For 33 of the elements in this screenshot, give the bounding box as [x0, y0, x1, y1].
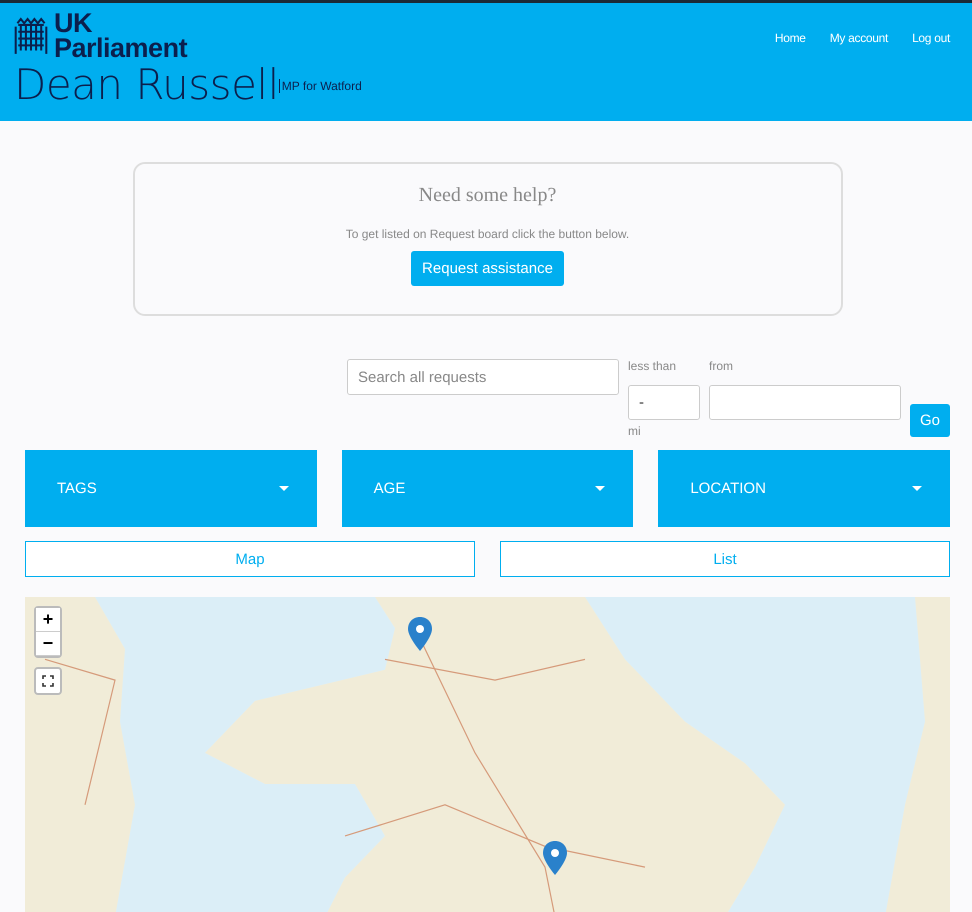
map-pin-icon[interactable]	[408, 617, 432, 651]
nav-link[interactable]: Log out	[912, 31, 950, 45]
from-field[interactable]	[708, 385, 901, 420]
map[interactable]: + −	[25, 597, 950, 912]
distance-label: less than	[628, 359, 678, 375]
mp-constituency: MP for Watford	[278, 79, 362, 93]
portcullis-icon	[14, 16, 48, 56]
nav-link[interactable]: Home	[774, 31, 806, 45]
logo[interactable]: UK Parliament	[14, 11, 188, 61]
card-title: Need some help?	[418, 184, 556, 207]
search-field[interactable]: Search all requests	[346, 359, 619, 395]
from-label: from	[708, 359, 734, 375]
zoom-in-button[interactable]: +	[36, 608, 60, 632]
mp-name: Dean Russell	[14, 61, 279, 109]
nav-link[interactable]: My account	[830, 31, 888, 45]
logo-text: UK	[54, 11, 92, 36]
view-toggle-button[interactable]: List	[500, 541, 950, 577]
view-toggle-button[interactable]: Map	[25, 541, 475, 577]
caret-icon	[595, 486, 606, 491]
caret-icon	[912, 486, 922, 491]
logo-text: Parliament	[54, 36, 188, 61]
caret-icon	[278, 486, 289, 491]
request-assistance-button[interactable]: Request assistance	[411, 251, 564, 286]
filter-dropdown[interactable]: AGE	[342, 450, 634, 527]
filter-dropdown[interactable]: LOCATION	[658, 450, 950, 527]
go-button[interactable]: Go	[910, 404, 950, 437]
unit-label: mi	[628, 424, 642, 438]
fullscreen-icon	[42, 675, 54, 687]
distance-field[interactable]: -	[628, 385, 700, 420]
filter-dropdown[interactable]: TAGS	[25, 450, 317, 527]
fullscreen-button[interactable]	[34, 667, 62, 695]
card-text: To get listed on Request board click the button below.	[346, 227, 630, 241]
map-pin-icon[interactable]	[543, 841, 567, 875]
